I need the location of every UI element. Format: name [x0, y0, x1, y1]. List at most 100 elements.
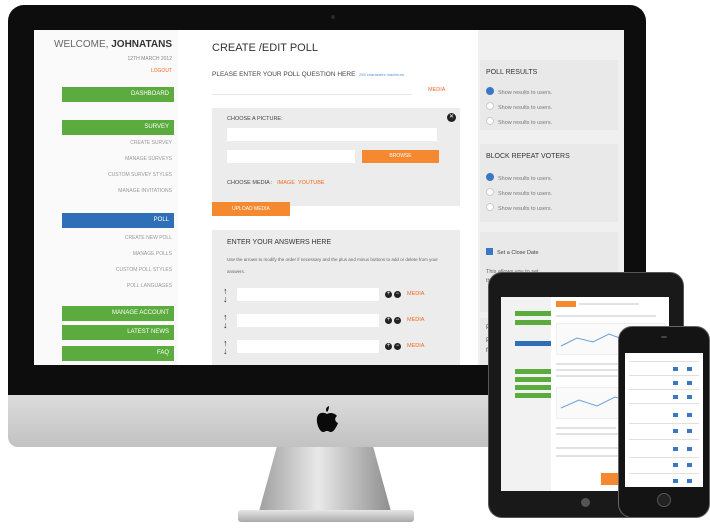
- sidebar-item-poll[interactable]: POLL: [62, 213, 174, 228]
- minus-icon[interactable]: −: [394, 291, 401, 298]
- answer-media-link[interactable]: MEDIA: [407, 343, 424, 349]
- check-icon: [687, 413, 692, 417]
- sidebar-item-manage-invitations[interactable]: MANAGE INVITATIONS: [118, 188, 172, 194]
- sidebar-item-custom-survey-styles[interactable]: CUSTOM SURVEY STYLES: [108, 172, 172, 178]
- radio-icon[interactable]: [486, 203, 494, 211]
- block-option[interactable]: Show results to users.: [486, 203, 552, 212]
- ipad-tab-active: [556, 301, 576, 307]
- answer-row: ↑ ↓ + − MEDIA: [223, 287, 453, 304]
- check-icon: [687, 367, 692, 371]
- minus-icon[interactable]: −: [394, 317, 401, 324]
- poll-results-title: POLL RESULTS: [486, 69, 538, 76]
- block-repeat-panel: BLOCK REPEAT VOTERS Show results to user…: [480, 144, 618, 222]
- iphone-home-button: [657, 493, 671, 507]
- answers-title: ENTER YOUR ANSWERS HERE: [227, 239, 332, 246]
- radio-icon[interactable]: [486, 188, 494, 196]
- check-icon: [687, 395, 692, 399]
- checkbox-checked-icon[interactable]: [486, 248, 493, 255]
- answer-input[interactable]: [237, 314, 379, 327]
- results-option-label: Show results to users.: [498, 120, 553, 126]
- iphone-table-row: [629, 473, 699, 474]
- imac-stand: [258, 447, 392, 515]
- media-image-link[interactable]: IMAGE: [277, 180, 295, 186]
- iphone-table-row: [629, 423, 699, 424]
- check-icon: [687, 463, 692, 467]
- plus-icon[interactable]: +: [385, 343, 392, 350]
- picture-file-input[interactable]: [227, 150, 355, 163]
- camera-icon: [331, 15, 335, 19]
- upload-media-button[interactable]: UPLOAD MEDIA: [212, 202, 290, 216]
- question-label: PLEASE ENTER YOUR POLL QUESTION HERE 255…: [212, 71, 404, 78]
- check-icon: [673, 413, 678, 417]
- ipad-nav-item: [515, 377, 551, 382]
- radio-icon[interactable]: [486, 117, 494, 125]
- browse-button[interactable]: BROWSE: [362, 150, 439, 163]
- sidebar-item-manage-polls[interactable]: MANAGE POLLS: [133, 251, 172, 257]
- plus-icon[interactable]: +: [385, 317, 392, 324]
- minus-icon[interactable]: −: [394, 343, 401, 350]
- picture-url-input[interactable]: [227, 128, 437, 141]
- sidebar-item-manage-surveys[interactable]: MANAGE SURVEYS: [125, 156, 172, 162]
- results-option[interactable]: Show results to users.: [486, 117, 552, 126]
- sidebar-item-latest-news[interactable]: LATEST NEWS: [62, 325, 174, 340]
- date-label: 12TH MARCH 2012: [127, 56, 172, 62]
- radio-icon[interactable]: [486, 102, 494, 110]
- block-option-label: Show results to users.: [498, 191, 553, 197]
- block-option[interactable]: Show results to users.: [486, 173, 552, 182]
- sidebar-item-create-new-poll[interactable]: CREATE NEW POLL: [125, 235, 172, 241]
- radio-selected-icon[interactable]: [486, 173, 494, 181]
- reorder-arrows-icon[interactable]: ↑ ↓: [223, 313, 228, 330]
- answer-input[interactable]: [237, 340, 379, 353]
- radio-selected-icon[interactable]: [486, 87, 494, 95]
- answer-row: ↑ ↓ + − MEDIA: [223, 313, 453, 330]
- iphone-speaker: [661, 336, 667, 338]
- ipad-nav-item: [515, 311, 551, 316]
- plus-icon[interactable]: +: [385, 291, 392, 298]
- check-icon: [673, 381, 678, 385]
- apple-logo-icon: [316, 406, 338, 432]
- sidebar-item-faq[interactable]: FAQ: [62, 346, 174, 361]
- choose-media-text: CHOOSE MEDIA :: [227, 180, 273, 186]
- answer-media-link[interactable]: MEDIA: [407, 317, 424, 323]
- choose-picture-label: CHOOSE A PICTURE:: [227, 116, 283, 122]
- reorder-arrows-icon[interactable]: ↑ ↓: [223, 339, 228, 356]
- iphone-table-row: [629, 439, 699, 440]
- ipad-text-line: [556, 315, 656, 317]
- check-icon: [673, 463, 678, 467]
- question-label-text: PLEASE ENTER YOUR POLL QUESTION HERE: [212, 71, 356, 78]
- question-media-link[interactable]: MEDIA: [428, 87, 445, 93]
- sidebar: WELCOME, JOHNATANS 12TH MARCH 2012 LOGOU…: [34, 30, 178, 365]
- answers-help: Use the arrows to modify the order if ne…: [227, 257, 438, 274]
- iphone-table-row: [629, 375, 699, 376]
- sidebar-item-custom-poll-styles[interactable]: CUSTOM POLL STYLES: [116, 267, 172, 273]
- answers-panel: ENTER YOUR ANSWERS HERE Use the arrows t…: [212, 230, 460, 365]
- ipad-nav-item: [515, 369, 551, 374]
- ipad-text-line: [556, 369, 626, 371]
- results-option[interactable]: Show results to users.: [486, 87, 552, 96]
- iphone-screen: [625, 353, 703, 487]
- poll-results-panel: POLL RESULTS Show results to users. Show…: [480, 60, 618, 130]
- iphone-table-row: [629, 403, 699, 404]
- check-icon: [673, 367, 678, 371]
- sidebar-item-create-survey[interactable]: CREATE SURVEY: [130, 140, 172, 146]
- sidebar-item-survey[interactable]: SURVEY: [62, 120, 174, 135]
- sidebar-item-manage-account[interactable]: MANAGE ACCOUNT: [62, 306, 174, 321]
- question-input[interactable]: [212, 83, 412, 95]
- choose-media-label: CHOOSE MEDIA : IMAGE YOUTUBE: [227, 180, 325, 186]
- ipad-nav-item: [515, 320, 551, 325]
- iphone-device: [618, 326, 710, 518]
- logout-link[interactable]: LOGOUT: [151, 68, 172, 74]
- sidebar-item-dashboard[interactable]: DASHBOARD: [62, 87, 174, 102]
- reorder-arrows-icon[interactable]: ↑ ↓: [223, 287, 228, 304]
- results-option[interactable]: Show results to users.: [486, 102, 552, 111]
- welcome-text: WELCOME, JOHNATANS: [54, 39, 172, 50]
- answer-input[interactable]: [237, 288, 379, 301]
- media-youtube-link[interactable]: YOUTUBE: [298, 180, 325, 186]
- close-icon[interactable]: ✕: [447, 113, 456, 122]
- close-date-checkbox[interactable]: Set a Close Date: [486, 248, 539, 256]
- answer-media-link[interactable]: MEDIA: [407, 291, 424, 297]
- block-option[interactable]: Show results to users.: [486, 188, 552, 197]
- check-icon: [673, 395, 678, 399]
- block-option-label: Show results to users.: [498, 206, 553, 212]
- sidebar-item-poll-languages[interactable]: POLL LANGUAGES: [127, 283, 172, 289]
